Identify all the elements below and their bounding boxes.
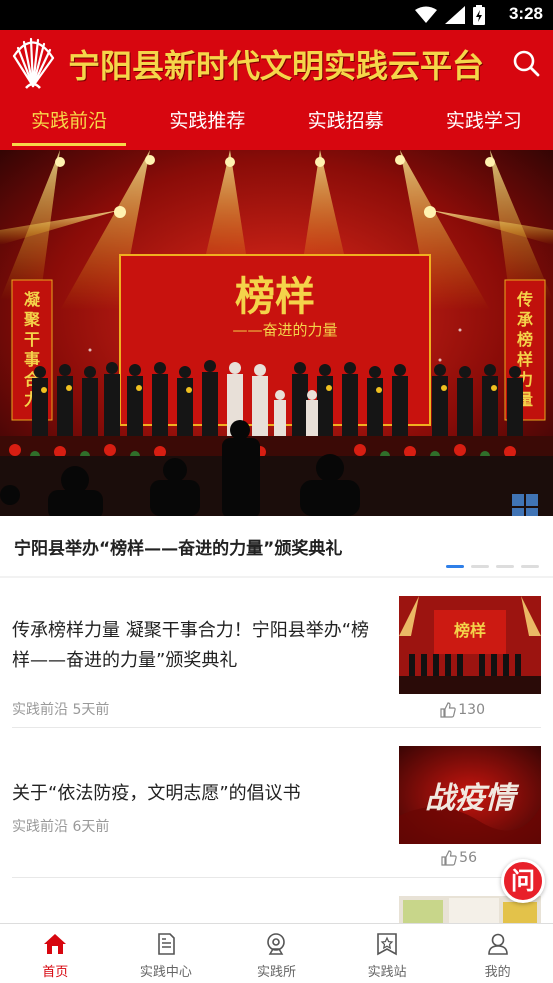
- bottom-navigation: 首页 实践中心 实践所 实践站 我的: [0, 923, 553, 983]
- nav-practice-office[interactable]: 实践所: [221, 924, 332, 983]
- carousel-dot-1[interactable]: [446, 565, 464, 568]
- article-meta: 实践前沿 5天前: [12, 699, 109, 719]
- nav-practice-station[interactable]: 实践站: [332, 924, 443, 983]
- nav-home[interactable]: 首页: [0, 924, 111, 983]
- banner-caption-bar[interactable]: 宁阳县举办“榜样——奋进的力量”颁奖典礼: [0, 516, 553, 576]
- like-count[interactable]: 56: [441, 850, 477, 866]
- banner-right-char-4: 样: [517, 350, 533, 369]
- status-bar: 3:28: [0, 0, 553, 30]
- nav-mine-label: 我的: [484, 965, 511, 980]
- banner-left-char-1: 凝: [24, 290, 41, 309]
- article-meta: 实践前沿 6天前: [12, 816, 109, 836]
- app-header: 宁阳县新时代文明实践云平台: [0, 30, 553, 98]
- app-logo-icon: [12, 37, 55, 89]
- carousel-dot-2[interactable]: [471, 565, 489, 568]
- carousel-dots: [446, 565, 539, 568]
- like-count[interactable]: 130: [440, 702, 485, 718]
- app-title: 宁阳县新时代文明实践云平台: [68, 47, 485, 85]
- status-icons: [415, 5, 485, 25]
- nav-practice-office-label: 实践所: [256, 965, 296, 980]
- wifi-icon: [415, 6, 437, 23]
- article-category: 实践前沿: [12, 702, 68, 718]
- thumb-text: 战疫情: [425, 781, 520, 816]
- tab-recruit[interactable]: 实践招募: [277, 98, 415, 150]
- banner-left-char-3: 干: [24, 330, 40, 349]
- banner-stage-subtitle: ——奋进的力量: [232, 321, 337, 339]
- banner-image[interactable]: 榜样 ——奋进的力量 凝 聚 干 事 合 力 传 承 榜 样 力 量: [0, 150, 553, 516]
- thumbs-up-icon: [441, 850, 457, 866]
- home-icon: [44, 934, 67, 954]
- thumb-text: 榜样: [454, 621, 486, 640]
- article-time: 6天前: [72, 819, 110, 835]
- article-title: 关于“依法防疫，文明志愿”的倡议书: [12, 783, 301, 804]
- list-item[interactable]: [12, 896, 541, 923]
- nav-home-label: 首页: [42, 965, 69, 980]
- tab-study[interactable]: 实践学习: [415, 98, 553, 150]
- banner-left-char-4: 事: [24, 350, 40, 369]
- banner-caption: 宁阳县举办“榜样——奋进的力量”颁奖典礼: [14, 539, 343, 559]
- like-count-value: 56: [459, 850, 477, 866]
- article-thumbnail[interactable]: 战疫情: [399, 746, 541, 844]
- user-icon: [487, 933, 508, 955]
- list-item[interactable]: 传承榜样力量 凝聚干事合力！宁阳县举办“榜样——奋进的力量”颁奖典礼 实践前沿 …: [12, 596, 541, 726]
- article-time: 5天前: [72, 702, 110, 718]
- banner-right-char-2: 承: [517, 310, 533, 329]
- battery-icon: [473, 5, 485, 25]
- article-category: 实践前沿: [12, 819, 68, 835]
- article-thumbnail[interactable]: 榜样: [399, 596, 541, 694]
- thumbs-up-icon: [440, 702, 456, 718]
- banner-stage-title: 榜样: [235, 273, 315, 320]
- tab-frontline[interactable]: 实践前沿: [0, 98, 138, 150]
- banner-right-char-3: 榜: [517, 330, 533, 349]
- document-icon: [158, 933, 175, 955]
- list-divider: [12, 727, 541, 728]
- nav-practice-station-label: 实践站: [367, 965, 407, 980]
- like-count-value: 130: [458, 702, 485, 718]
- article-list: 传承榜样力量 凝聚干事合力！宁阳县举办“榜样——奋进的力量”颁奖典礼 实践前沿 …: [0, 578, 553, 923]
- category-tabs: 实践前沿 实践推荐 实践招募 实践学习: [0, 98, 553, 150]
- ask-button[interactable]: 问: [501, 859, 545, 903]
- carousel-dot-3[interactable]: [496, 565, 514, 568]
- status-time: 3:28: [508, 4, 543, 23]
- nav-practice-center-label: 实践中心: [139, 965, 192, 980]
- carousel-dot-4[interactable]: [521, 565, 539, 568]
- nav-mine[interactable]: 我的: [442, 924, 553, 983]
- nav-practice-center[interactable]: 实践中心: [111, 924, 222, 983]
- star-badge-icon: [377, 933, 397, 956]
- banner-left-char-2: 聚: [23, 310, 41, 329]
- tab-recommend[interactable]: 实践推荐: [138, 98, 276, 150]
- banner-carousel[interactable]: 榜样 ——奋进的力量 凝 聚 干 事 合 力 传 承 榜 样 力 量: [0, 150, 553, 516]
- list-item[interactable]: 关于“依法防疫，文明志愿”的倡议书 实践前沿 6天前 战疫情 56: [12, 746, 541, 876]
- webcam-icon: [267, 933, 286, 955]
- list-divider: [12, 877, 541, 878]
- banner-right-char-1: 传: [516, 290, 533, 309]
- search-icon[interactable]: [511, 48, 541, 78]
- article-title: 传承榜样力量 凝聚干事合力！宁阳县举办“榜样——奋进的力量”颁奖典礼: [12, 620, 370, 671]
- signal-icon: [445, 6, 465, 24]
